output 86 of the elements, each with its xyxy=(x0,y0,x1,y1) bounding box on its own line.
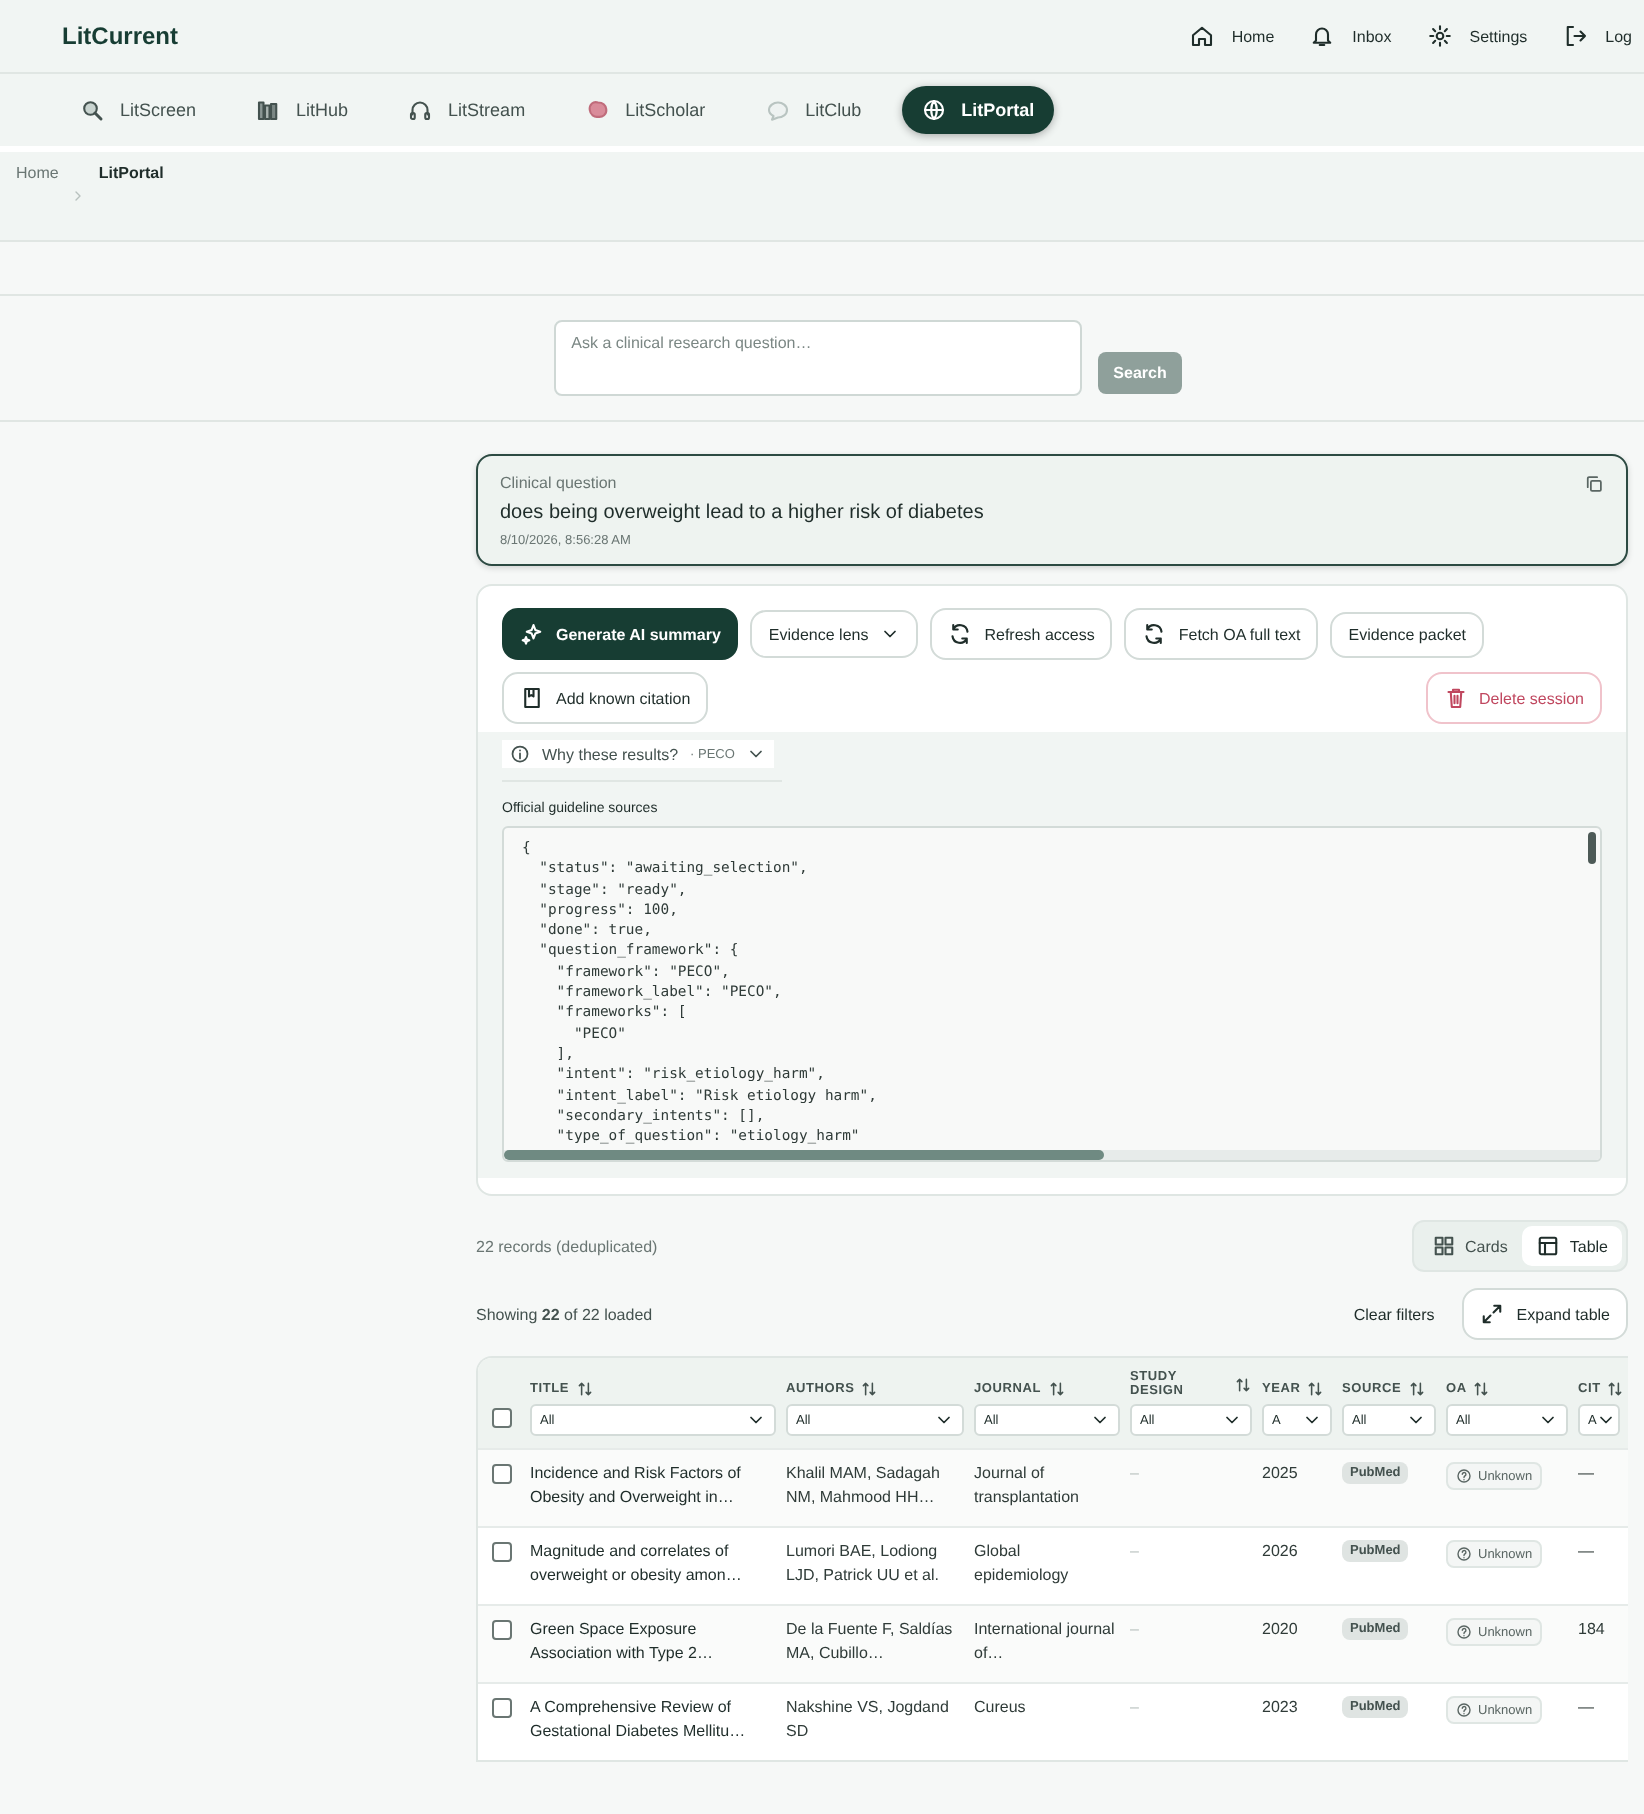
settings-icon xyxy=(1427,24,1452,48)
table-cell-text: Lumori BAE, Lodiong LJD, Patrick UU et al. xyxy=(786,1540,941,1588)
books-icon xyxy=(256,98,281,122)
product-tab[interactable]: LitPortal xyxy=(901,86,1055,134)
question-label: Clinical question xyxy=(500,474,619,492)
nav-link[interactable]: Home xyxy=(1189,24,1275,48)
table-cell-text: – xyxy=(1130,1540,1141,1564)
table-cell-text: 2023 xyxy=(1262,1696,1300,1720)
table-cell-text: Green Space Exposure Association with Type 2… xyxy=(530,1618,715,1666)
dropdown-button[interactable]: Evidence lens xyxy=(750,610,919,658)
scrollbar[interactable] xyxy=(1588,832,1596,864)
table-cell-text: 2026 xyxy=(1262,1540,1300,1564)
headphones-icon xyxy=(408,98,433,122)
table-icon xyxy=(1535,1234,1560,1258)
add-citation-button[interactable]: Add known citation xyxy=(502,672,709,724)
sort-icon xyxy=(1407,1380,1426,1398)
help-icon xyxy=(1456,1468,1472,1484)
table-cell-text: Cureus xyxy=(974,1696,1028,1720)
trash-icon xyxy=(1443,686,1468,710)
speech-bubble-icon xyxy=(765,98,790,122)
sparkle-icon xyxy=(520,622,544,646)
help-icon xyxy=(1456,1624,1472,1640)
sort-icon xyxy=(575,1380,594,1398)
table-cell-text: Magnitude and correlates of overweight or obesity amon… xyxy=(530,1540,744,1588)
expand-table-button[interactable]: Expand table xyxy=(1462,1288,1628,1340)
sort-icon xyxy=(1306,1380,1325,1398)
globe-icon xyxy=(921,98,946,122)
question-text: does being overweight lead to a higher risk of diabetes xyxy=(500,502,986,524)
table-cell-text: Khalil MAM, Sadagah NM, Mahmood HH… xyxy=(786,1462,942,1510)
view-toggle[interactable]: Cards xyxy=(1417,1226,1522,1266)
checkbox[interactable] xyxy=(492,1464,512,1484)
view-toggle[interactable]: Table xyxy=(1521,1226,1622,1266)
sort-icon xyxy=(1472,1380,1491,1398)
search-icon xyxy=(80,98,104,122)
table-cell-text: – xyxy=(1130,1462,1141,1486)
table-cell-text: Nakshine VS, Jogdand SD xyxy=(786,1696,951,1744)
table-cell-text: 2020 xyxy=(1262,1618,1300,1642)
table-cell-text: – xyxy=(1130,1618,1141,1642)
delete-session-button[interactable]: Delete session xyxy=(1425,672,1602,724)
table-cell-text: A Comprehensive Review of Gestational Diabetes Mellitu… xyxy=(530,1696,748,1744)
checkbox[interactable] xyxy=(492,1542,512,1562)
copy-icon xyxy=(1584,474,1604,494)
help-icon xyxy=(1456,1546,1472,1562)
info-icon xyxy=(510,744,530,764)
home-icon xyxy=(1189,24,1214,48)
action-button[interactable]: Fetch OA full text xyxy=(1124,608,1319,660)
table-cell-text: — xyxy=(1578,1462,1596,1486)
clear-filters-button[interactable]: Clear filters xyxy=(1341,1303,1447,1325)
showing-count: Showing 22 of 22 loaded xyxy=(476,1305,655,1323)
action-button[interactable]: Evidence packet xyxy=(1330,611,1484,657)
checkbox[interactable] xyxy=(492,1408,512,1428)
sort-icon xyxy=(1047,1380,1066,1398)
table-cell-text: 184 xyxy=(1578,1618,1607,1642)
table-cell-text: Journal of transplantation xyxy=(974,1462,1081,1510)
table-cell-text: 2025 xyxy=(1262,1462,1300,1486)
checkbox[interactable] xyxy=(492,1620,512,1640)
help-icon xyxy=(1456,1702,1472,1718)
app-logo: LitCurrent xyxy=(62,22,180,50)
nav-link[interactable]: Settings xyxy=(1427,24,1528,48)
records-count: 22 records (deduplicated) xyxy=(476,1237,658,1255)
breadcrumb-item[interactable]: Home xyxy=(16,164,59,182)
table-cell-text: Global epidemiology xyxy=(974,1540,1071,1588)
table-cell-text: — xyxy=(1578,1696,1596,1720)
scrollbar[interactable] xyxy=(504,1150,1104,1160)
action-button[interactable]: Refresh access xyxy=(930,608,1113,660)
sort-icon xyxy=(1606,1380,1625,1398)
nav-link[interactable]: Inbox xyxy=(1310,24,1392,48)
table-cell-text: — xyxy=(1578,1540,1596,1564)
sort-icon xyxy=(1234,1375,1252,1393)
logout-icon xyxy=(1563,24,1588,48)
bell-icon xyxy=(1310,24,1335,48)
breadcrumb-item: LitPortal xyxy=(98,164,164,182)
bookmark-book-icon xyxy=(520,686,544,710)
table-cell-text: International journal of… xyxy=(974,1618,1117,1666)
refresh-icon xyxy=(1142,622,1167,646)
expand-icon xyxy=(1480,1302,1505,1326)
generate-summary-button[interactable]: Generate AI summary xyxy=(502,608,739,660)
sort-icon xyxy=(860,1380,879,1398)
table-cell-text: De la Fuente F, Saldías MA, Cubillo… xyxy=(786,1618,955,1666)
table-cell-text: – xyxy=(1130,1696,1141,1720)
table-cell-text: Incidence and Risk Factors of Obesity and Overweight in… xyxy=(530,1462,743,1510)
question-input[interactable]: Ask a clinical research question… xyxy=(553,320,1082,396)
grid-icon xyxy=(1431,1234,1456,1258)
refresh-icon xyxy=(948,622,973,646)
checkbox[interactable] xyxy=(492,1698,512,1718)
nav-link[interactable]: Log xyxy=(1563,24,1632,48)
